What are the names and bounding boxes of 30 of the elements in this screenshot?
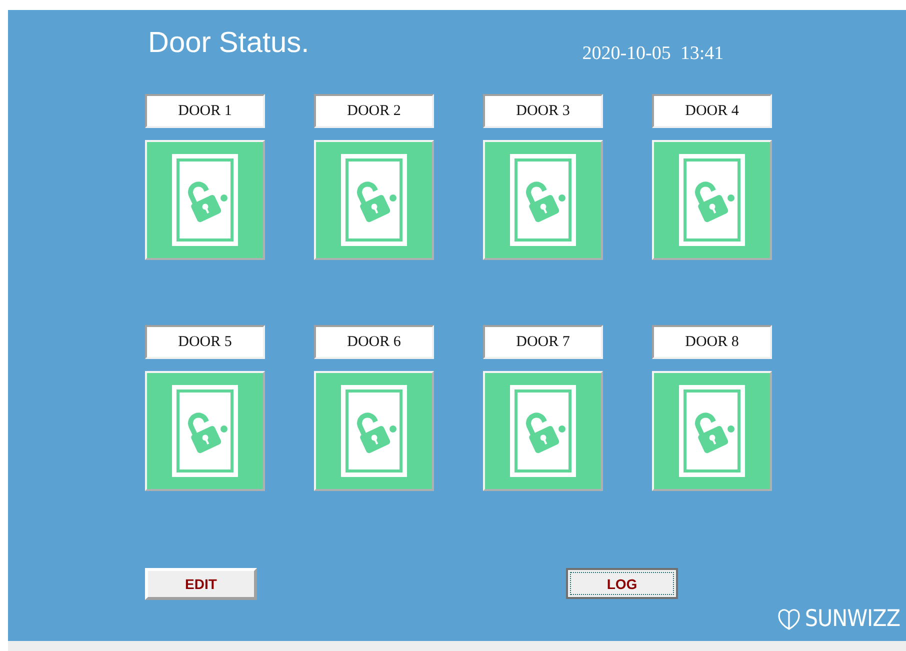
brand-logo: SUNWIZZ (804, 606, 900, 632)
door-label: DOOR 8 (652, 325, 772, 359)
unlocked-padlock-door-icon (341, 385, 407, 477)
unlocked-padlock-door-icon (679, 154, 745, 246)
unlocked-padlock-door-icon (172, 385, 238, 477)
door-label: DOOR 5 (145, 325, 265, 359)
door-label: DOOR 3 (483, 94, 603, 128)
unlocked-padlock-door-icon (341, 154, 407, 246)
door-tile[interactable] (145, 140, 265, 260)
door-tile[interactable] (314, 140, 434, 260)
door-label: DOOR 1 (145, 94, 265, 128)
door-label: DOOR 7 (483, 325, 603, 359)
action-button[interactable]: EDIT (145, 568, 257, 600)
door-tile[interactable] (652, 371, 772, 491)
unlocked-padlock-door-icon (510, 385, 576, 477)
door-tile[interactable] (483, 140, 603, 260)
date-time: 2020-10-05 13:41 (582, 43, 724, 65)
door-tile[interactable] (483, 371, 603, 491)
door-tile[interactable] (314, 371, 434, 491)
unlocked-padlock-door-icon (172, 154, 238, 246)
page-title: Door Status. (147, 27, 310, 61)
door-label: DOOR 4 (652, 94, 772, 128)
door-tile[interactable] (652, 140, 772, 260)
heart-outline-icon (776, 608, 801, 630)
door-tile[interactable] (145, 371, 265, 491)
unlocked-padlock-door-icon (679, 385, 745, 477)
door-label: DOOR 6 (314, 325, 434, 359)
door-label: DOOR 2 (314, 94, 434, 128)
unlocked-padlock-door-icon (510, 154, 576, 246)
action-button[interactable]: LOG (566, 568, 678, 599)
